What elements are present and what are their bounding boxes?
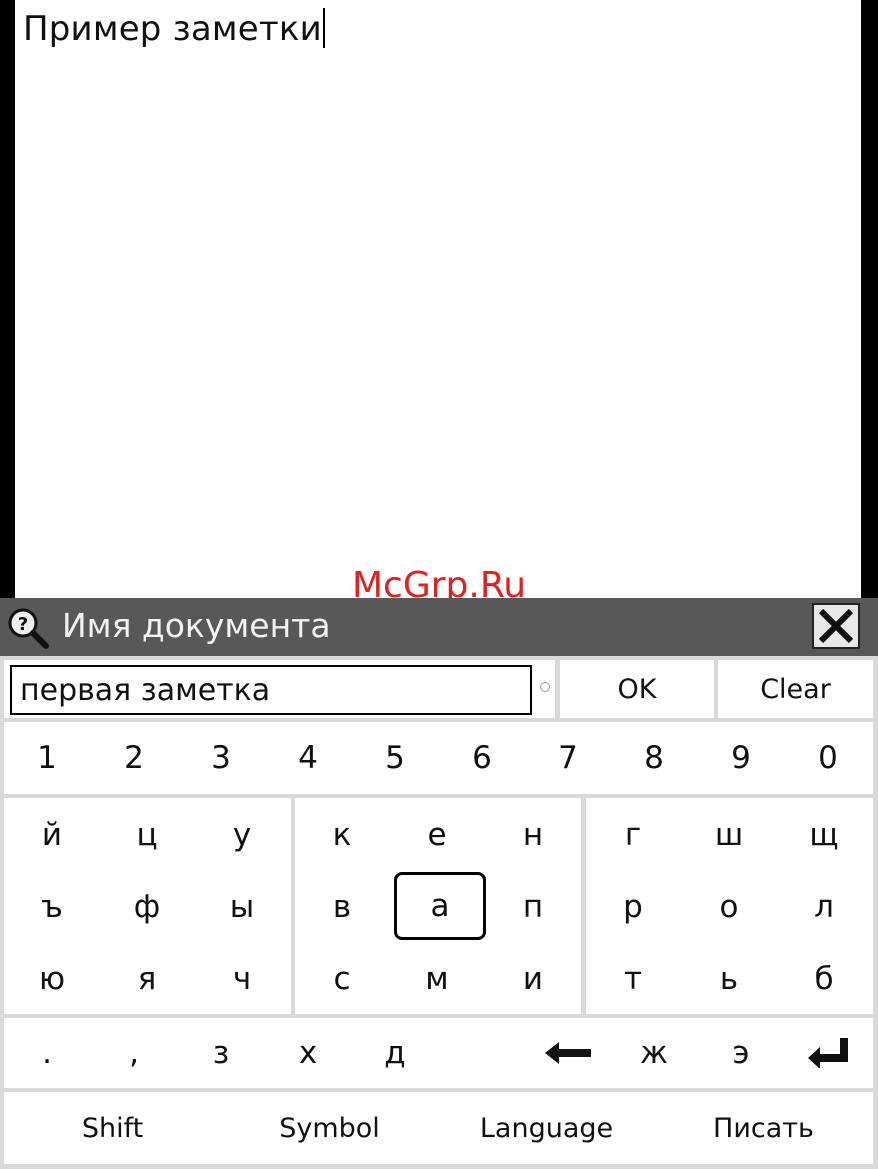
key-letter[interactable]: б <box>781 944 867 1014</box>
dialog-titlebar: ? Имя документа <box>0 598 878 656</box>
dialog-title: Имя документа <box>62 606 331 645</box>
enter-key[interactable] <box>785 1018 871 1088</box>
key-digit[interactable]: 7 <box>525 723 611 793</box>
letter-block-middle: к е н в а п с м и <box>295 798 581 1014</box>
key-letter[interactable]: н <box>490 800 576 870</box>
input-area <box>4 660 555 718</box>
document-name-input[interactable] <box>10 665 532 715</box>
close-icon <box>818 608 854 644</box>
key-period[interactable]: . <box>4 1018 90 1088</box>
letter-block-left: й ц у ъ ф ы ю я ч <box>4 798 291 1014</box>
key-letter[interactable]: я <box>104 944 190 1014</box>
key-letter[interactable]: ь <box>686 944 772 1014</box>
input-indicator-dot <box>540 682 550 692</box>
key-letter[interactable]: д <box>352 1018 438 1088</box>
key-digit[interactable]: 1 <box>4 723 90 793</box>
clear-button[interactable]: Clear <box>718 660 873 718</box>
document-name-dialog: ? Имя документа OK Clear 1 2 3 4 5 6 7 8… <box>0 598 878 1169</box>
key-letter[interactable]: ъ <box>9 872 95 942</box>
ok-button[interactable]: OK <box>560 660 714 718</box>
symbol-button[interactable]: Symbol <box>221 1092 438 1164</box>
write-button[interactable]: Писать <box>655 1092 872 1164</box>
key-digit[interactable]: 5 <box>352 723 438 793</box>
key-letter[interactable]: э <box>698 1018 784 1088</box>
key-digit[interactable]: 6 <box>439 723 525 793</box>
key-letter[interactable]: ж <box>611 1018 697 1088</box>
key-digit[interactable]: 2 <box>91 723 177 793</box>
magnifier-help-icon: ? <box>8 608 49 649</box>
key-letter[interactable]: щ <box>781 800 867 870</box>
shift-button[interactable]: Shift <box>4 1092 221 1164</box>
key-letter[interactable]: п <box>490 872 576 942</box>
note-editor[interactable]: Пример заметки <box>15 0 861 600</box>
enter-icon <box>808 1038 848 1068</box>
key-letter[interactable]: м <box>394 944 480 1014</box>
key-letter[interactable]: и <box>490 944 576 1014</box>
key-digit[interactable]: 9 <box>698 723 784 793</box>
key-digit[interactable]: 4 <box>265 723 351 793</box>
close-button[interactable] <box>812 603 860 649</box>
key-letter[interactable]: с <box>299 944 385 1014</box>
svg-text:?: ? <box>18 614 28 635</box>
function-keys-row: Shift Symbol Language Писать <box>4 1092 873 1164</box>
key-letter[interactable]: т <box>590 944 676 1014</box>
digits-row: 1 2 3 4 5 6 7 8 9 0 <box>4 722 873 794</box>
key-letter[interactable]: к <box>299 800 385 870</box>
key-letter[interactable]: г <box>590 800 676 870</box>
key-letter[interactable]: у <box>199 800 285 870</box>
punctuation-row: . , з х д ж э <box>4 1018 873 1088</box>
key-letter[interactable]: ц <box>104 800 190 870</box>
key-letter[interactable]: в <box>299 872 385 942</box>
note-text: Пример заметки <box>23 9 322 49</box>
language-button[interactable]: Language <box>438 1092 655 1164</box>
text-caret <box>322 8 325 48</box>
key-digit[interactable]: 8 <box>611 723 697 793</box>
key-letter[interactable]: й <box>9 800 95 870</box>
key-comma[interactable]: , <box>91 1018 177 1088</box>
key-letter[interactable]: ч <box>199 944 285 1014</box>
key-letter[interactable]: ф <box>104 872 190 942</box>
key-letter[interactable]: х <box>265 1018 351 1088</box>
backspace-key[interactable] <box>525 1018 611 1088</box>
key-digit[interactable]: 3 <box>178 723 264 793</box>
key-letter[interactable]: р <box>590 872 676 942</box>
letter-block-right: г ш щ р о л т ь б <box>586 798 873 1014</box>
key-letter[interactable]: л <box>781 872 867 942</box>
left-arrow-icon <box>545 1042 591 1064</box>
key-letter[interactable]: ы <box>199 872 285 942</box>
key-letter[interactable]: е <box>394 800 480 870</box>
key-letter[interactable]: ю <box>9 944 95 1014</box>
key-digit[interactable]: 0 <box>785 723 871 793</box>
key-letter-selected[interactable]: а <box>394 872 486 940</box>
key-letter[interactable]: з <box>178 1018 264 1088</box>
key-letter[interactable]: ш <box>686 800 772 870</box>
key-letter[interactable]: о <box>686 872 772 942</box>
